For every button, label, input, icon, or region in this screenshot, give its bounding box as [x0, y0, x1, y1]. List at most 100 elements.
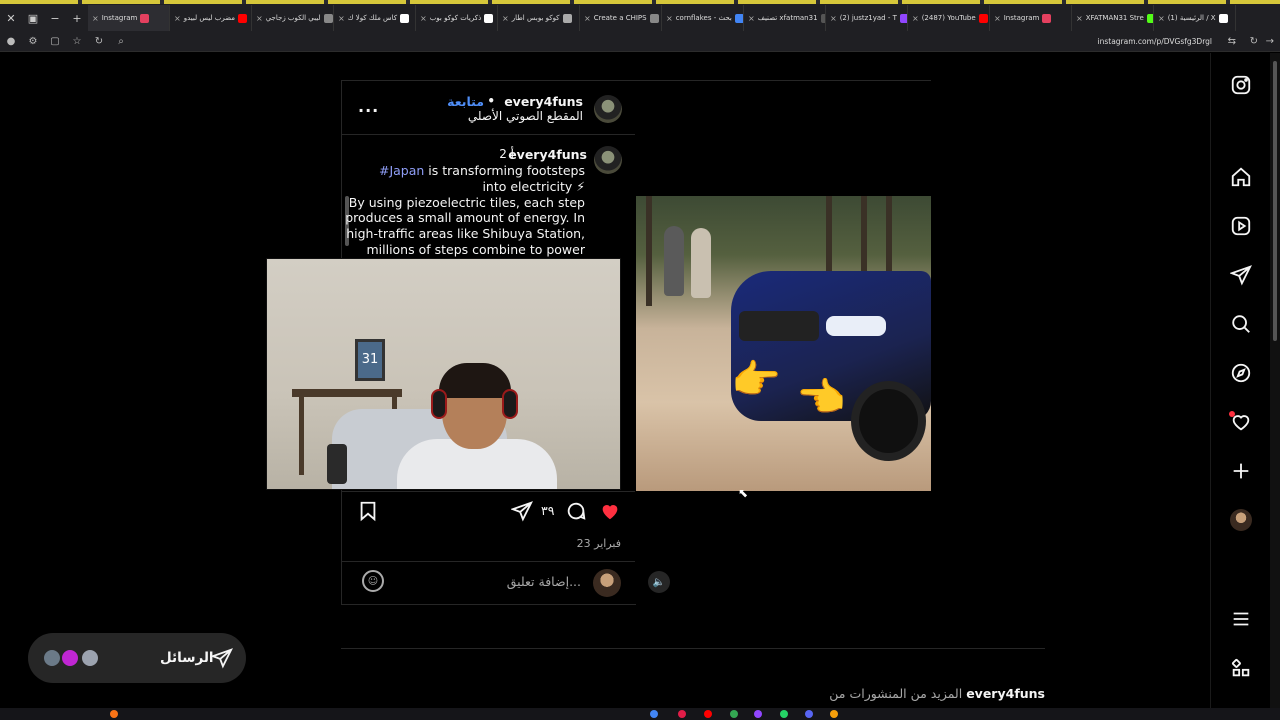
forward-icon[interactable]: →: [1266, 36, 1274, 47]
tab-close-icon[interactable]: ×: [584, 14, 591, 23]
weather-icon[interactable]: [110, 710, 118, 718]
truck-wheel: [851, 381, 926, 461]
caption-avatar[interactable]: [594, 146, 622, 174]
tab-close-icon[interactable]: ×: [174, 14, 181, 23]
tab-close-icon[interactable]: ×: [830, 14, 837, 23]
scroll-thumb[interactable]: [1273, 61, 1277, 341]
browser-tab[interactable]: × Instagram: [88, 5, 170, 31]
search-icon[interactable]: ⌕: [110, 36, 132, 47]
tab-close-icon[interactable]: ×: [420, 14, 427, 23]
more-posts-username[interactable]: every4funs: [966, 686, 1045, 701]
apps-icon[interactable]: [1226, 653, 1256, 683]
caption-line-text: is transforming footsteps: [428, 163, 585, 178]
url-text[interactable]: instagram.com/p/DVGsfg3Drgl: [1098, 37, 1212, 46]
browser-tab[interactable]: × Create a CHIPS: [580, 5, 662, 31]
direct-icon[interactable]: [1226, 260, 1256, 290]
browser-tab[interactable]: × ليبي الكوب زجاجي: [252, 5, 334, 31]
tab-favicon: [1146, 13, 1153, 23]
more-options-icon[interactable]: ...: [358, 97, 379, 116]
tab-favicon: [238, 13, 248, 23]
extensions-icon[interactable]: ⚙: [22, 36, 44, 47]
taskbar-app-icon[interactable]: [730, 710, 738, 718]
tab-label: كوكو بوبس اطار: [511, 14, 560, 22]
taskbar-app-icon[interactable]: [678, 710, 686, 718]
taskbar-app-icon[interactable]: [704, 710, 712, 718]
caption-line: millions of steps combine to power: [366, 241, 585, 257]
like-heart-icon[interactable]: [598, 499, 622, 523]
profile-avatar[interactable]: [1226, 505, 1256, 535]
refresh-icon[interactable]: ↻: [88, 36, 110, 47]
page-scrollbar[interactable]: [1270, 53, 1280, 708]
notifications-icon[interactable]: [1226, 407, 1256, 437]
caption-hashtag[interactable]: #Japan: [379, 163, 424, 178]
author-username[interactable]: every4funs: [504, 94, 583, 109]
instagram-icon[interactable]: [1226, 70, 1256, 100]
taskbar-app-icon[interactable]: [805, 710, 813, 718]
reload-icon[interactable]: ↻: [1250, 36, 1258, 47]
author-avatar[interactable]: [594, 95, 622, 123]
taskbar-app-icon[interactable]: [754, 710, 762, 718]
reel-video[interactable]: 👉 👈: [636, 196, 931, 491]
window-close-icon[interactable]: ✕: [0, 7, 22, 29]
tab-actions-icon[interactable]: ▣: [22, 7, 44, 29]
tab-close-icon[interactable]: ×: [338, 14, 345, 23]
browser-tab[interactable]: × ذكريات كوكو بوب: [416, 5, 498, 31]
mute-toggle-icon[interactable]: 🔈: [648, 571, 670, 593]
tab-close-icon[interactable]: ×: [994, 14, 1001, 23]
message-avatar: [42, 648, 62, 668]
browser-tab[interactable]: × كوكو بوبس اطار: [498, 5, 580, 31]
browser-tab[interactable]: × (1) الرئيسية / X: [1154, 5, 1236, 31]
taskbar-app-icon[interactable]: [650, 710, 658, 718]
tab-favicon: [400, 13, 410, 23]
tab-close-icon[interactable]: ×: [502, 14, 509, 23]
bookmark-star-icon[interactable]: ☆: [66, 36, 88, 47]
tab-close-icon[interactable]: ×: [912, 14, 919, 23]
audio-label[interactable]: المقطع الصوتي الأصلي: [468, 109, 583, 123]
tab-close-icon[interactable]: ×: [1158, 14, 1165, 23]
share-icon[interactable]: ⇆: [1228, 36, 1236, 47]
tab-close-icon[interactable]: ×: [1076, 14, 1083, 23]
tab-groups-icon[interactable]: ▢: [44, 36, 66, 47]
create-icon[interactable]: [1226, 456, 1256, 486]
window-minimize-icon[interactable]: −: [44, 7, 66, 29]
taskbar-app-icon[interactable]: [830, 710, 838, 718]
browser-tab[interactable]: × Instagram: [990, 5, 1072, 31]
more-posts-prefix: المزيد من المنشورات من: [829, 686, 963, 701]
follow-button[interactable]: متابعة: [447, 94, 484, 109]
post-media[interactable]: 👉 👈 ⬉ 🔈: [636, 81, 931, 605]
comment-input[interactable]: إضافة تعليق...: [507, 574, 581, 589]
caption-username[interactable]: every4funs: [508, 147, 587, 162]
tab-label: cornflakes - بحث: [675, 14, 732, 22]
browser-tab[interactable]: × تصنيف xfatman31: [744, 5, 826, 31]
search-icon[interactable]: [1226, 309, 1256, 339]
emoji-picker-icon[interactable]: ☺: [362, 570, 384, 592]
browser-tab[interactable]: × مضرب ليس لبيدو: [170, 5, 252, 31]
browser-tab[interactable]: × (2487) YouTube: [908, 5, 990, 31]
comment-icon[interactable]: [564, 499, 588, 523]
browser-tab[interactable]: × (2) justz1yad - T: [826, 5, 908, 31]
tab-close-icon[interactable]: ×: [256, 14, 263, 23]
new-tab-icon[interactable]: +: [66, 7, 88, 29]
video-person: [691, 228, 711, 298]
share-send-icon[interactable]: [510, 499, 534, 523]
os-taskbar: [0, 708, 1280, 720]
tab-favicon: [562, 13, 572, 23]
browser-tab[interactable]: × كاس ملك كولا ك: [334, 5, 416, 31]
browser-tab[interactable]: × cornflakes - بحث: [662, 5, 744, 31]
profile-icon[interactable]: ●: [0, 36, 22, 47]
taskbar-app-icon[interactable]: [780, 710, 788, 718]
home-icon[interactable]: [1226, 162, 1256, 192]
tab-close-icon[interactable]: ×: [748, 14, 755, 23]
tab-favicon: [484, 13, 494, 23]
browser-tab[interactable]: × XFATMAN31 Stre: [1072, 5, 1154, 31]
menu-icon[interactable]: [1226, 604, 1256, 634]
explore-icon[interactable]: [1226, 358, 1256, 388]
notification-dot: [1229, 411, 1235, 417]
tab-close-icon[interactable]: ×: [92, 14, 99, 23]
tab-label: كاس ملك كولا ك: [347, 14, 398, 22]
tab-close-icon[interactable]: ×: [666, 14, 673, 23]
save-bookmark-icon[interactable]: [356, 499, 380, 523]
reels-icon[interactable]: [1226, 211, 1256, 241]
tab-label: تصنيف xfatman31: [757, 14, 818, 22]
messages-button[interactable]: الرسائل: [28, 633, 246, 683]
